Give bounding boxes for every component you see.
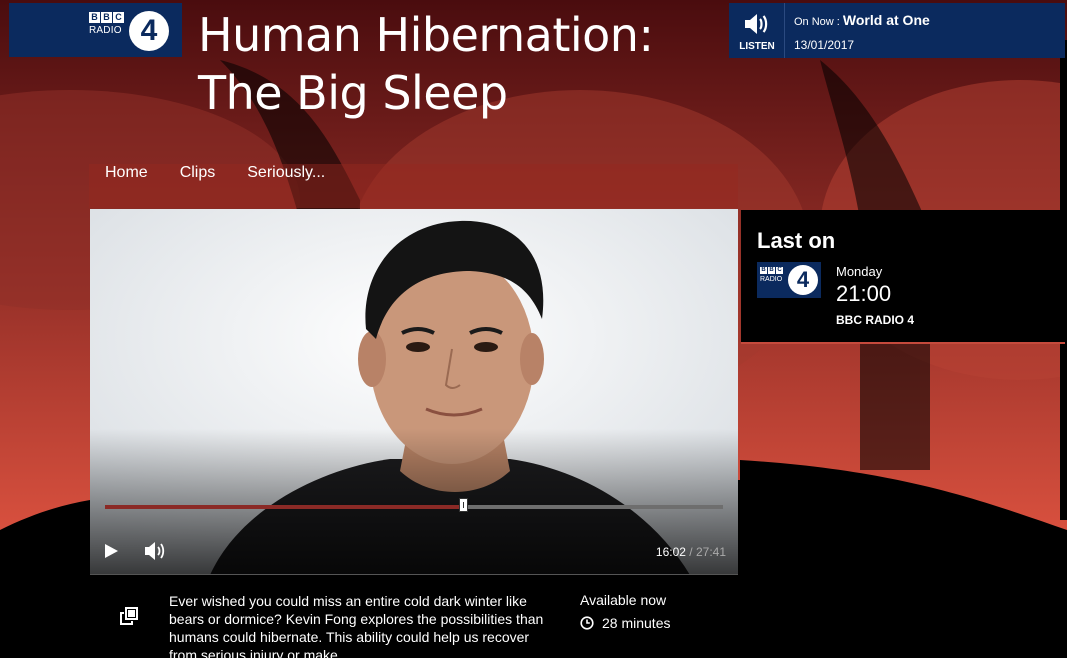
page-title-line2: The Big Sleep xyxy=(198,66,508,120)
page-title: Human Hibernation: The Big Sleep xyxy=(198,6,698,122)
popout-icon[interactable] xyxy=(119,606,139,626)
nav-home[interactable]: Home xyxy=(89,164,164,208)
bbc-blocks-small: B B C xyxy=(760,267,783,274)
player-divider xyxy=(90,574,738,575)
last-on-day: Monday xyxy=(836,264,883,279)
station-number-small: 4 xyxy=(788,265,818,295)
programme-nav: Home Clips Seriously... xyxy=(89,164,738,208)
volume-icon[interactable] xyxy=(143,539,171,563)
play-icon[interactable] xyxy=(102,540,122,562)
last-on-heading: Last on xyxy=(757,228,836,253)
bbc-blocks: B B C xyxy=(89,12,124,23)
clock-icon xyxy=(580,616,594,630)
bbc-letter: B xyxy=(101,12,112,23)
listen-label: LISTEN xyxy=(739,41,775,52)
progress-handle[interactable] xyxy=(458,498,468,512)
episode-duration: 28 minutes xyxy=(580,615,670,631)
episode-length: 28 minutes xyxy=(602,615,671,631)
last-on-panel: Last on B B C RADIO 4 Monday 21:00 BBC R… xyxy=(741,210,1065,344)
current-time: 16:02 xyxy=(655,545,686,559)
listen-button[interactable]: LISTEN xyxy=(729,3,785,58)
total-duration: 27:41 xyxy=(695,545,726,559)
progress-fill xyxy=(105,505,463,509)
radio-label: RADIO xyxy=(89,25,122,36)
on-now-link[interactable]: On Now : World at One xyxy=(794,12,930,28)
station-number: 4 xyxy=(129,11,169,51)
nav-clips[interactable]: Clips xyxy=(164,164,232,208)
episode-description: Ever wished you could miss an entire col… xyxy=(169,593,544,658)
on-now-prefix: On Now : xyxy=(794,16,840,28)
last-on-time: 21:00 xyxy=(836,281,892,306)
speaker-icon xyxy=(745,14,768,34)
bbc-letter: B xyxy=(760,267,767,274)
bbc-letter: C xyxy=(776,267,783,274)
playback-time: 16:02 / 27:41 xyxy=(656,545,726,559)
progress-bar[interactable] xyxy=(105,498,723,512)
on-now-date: 13/01/2017 xyxy=(794,38,855,52)
time-separator: / xyxy=(689,545,693,559)
radio-label-small: RADIO xyxy=(760,276,783,283)
bbc-letter: B xyxy=(89,12,100,23)
bbc-letter: C xyxy=(113,12,124,23)
presenter-image xyxy=(90,209,738,575)
on-now-programme: World at One xyxy=(842,12,930,28)
radio4-small-logo[interactable]: B B C RADIO 4 xyxy=(757,262,821,298)
radio4-logo[interactable]: B B C RADIO 4 xyxy=(9,3,182,57)
bbc-letter: B xyxy=(768,267,775,274)
last-on-station[interactable]: BBC RADIO 4 xyxy=(836,313,914,327)
nav-seriously[interactable]: Seriously... xyxy=(231,164,341,208)
page-title-line1: Human Hibernation: xyxy=(198,8,654,62)
listen-live-panel: LISTEN On Now : World at One 13/01/2017 xyxy=(729,3,1065,58)
media-player[interactable]: 16:02 / 27:41 xyxy=(90,209,738,575)
availability: Available now xyxy=(580,592,667,608)
